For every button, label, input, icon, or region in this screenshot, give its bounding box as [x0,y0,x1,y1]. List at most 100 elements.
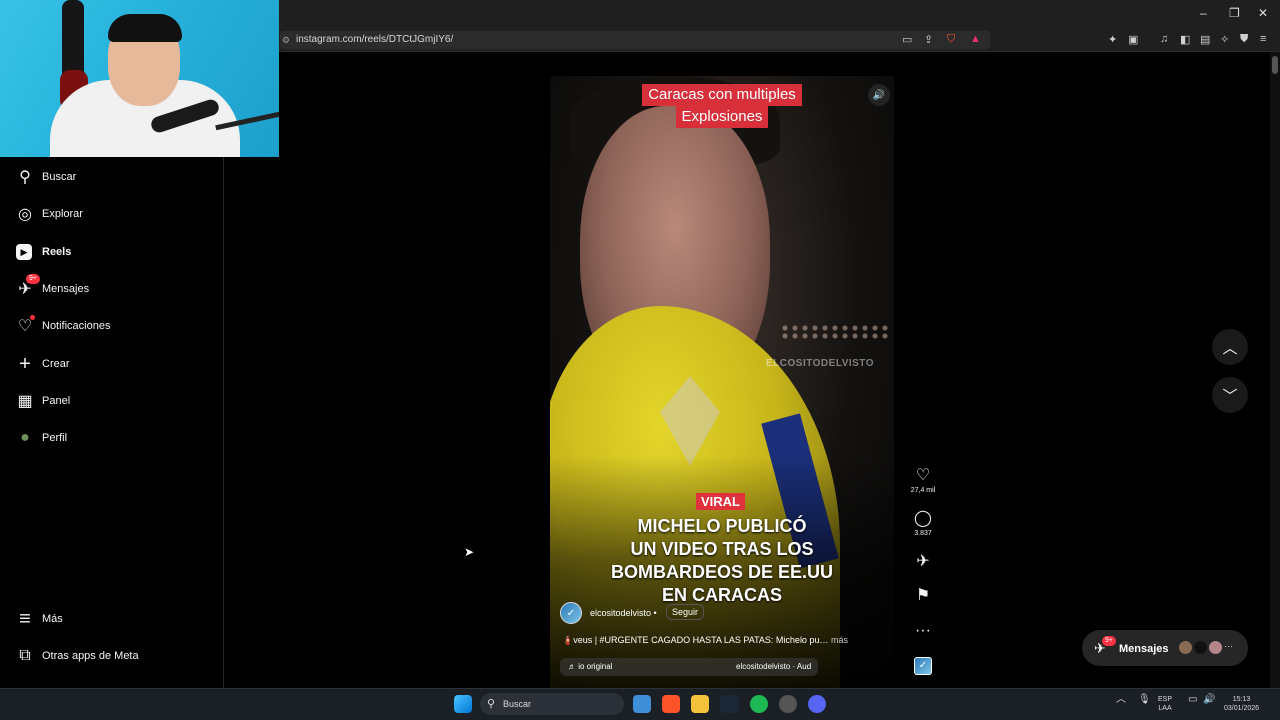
audio-thumbnail[interactable]: ✓ [914,657,932,675]
sidebar-item-label: Otras apps de Meta [42,650,139,662]
menu-icon[interactable]: ≡ [1260,33,1266,45]
minimize-button[interactable]: – [1200,6,1207,20]
sidebar-item-crear[interactable]: + Crear [0,347,224,381]
network-icon[interactable]: ▭ [1188,695,1197,705]
sidebar-toggle-icon[interactable]: ◧ [1180,33,1190,46]
reels-icon: ▶ [16,244,32,260]
more-icon[interactable]: ··· [906,622,940,640]
save-action[interactable]: ⚑ [906,587,940,605]
headline-line: MICHELO PUBLICÓ [637,516,807,536]
sidebar-item-perfil[interactable]: ● Perfil [0,421,224,455]
more-icon[interactable]: ··· [1224,641,1233,651]
close-button[interactable]: ✕ [1258,6,1268,20]
steam-icon[interactable] [720,695,738,713]
bookmark-icon[interactable]: ⚑ [906,587,940,605]
follow-button[interactable]: Seguir [666,604,705,620]
chevron-up-icon: ︿ [1222,339,1238,357]
sidebar-item-buscar[interactable]: ⚲ Buscar [0,160,224,194]
contact-avatar[interactable] [1208,640,1223,655]
username-text[interactable]: elcositodelvisto [590,608,651,618]
language-line2: LAA [1158,705,1172,712]
page-scrollbar[interactable] [1270,52,1280,688]
restore-button[interactable]: ❐ [1229,6,1240,20]
sidebar-item-mensajes[interactable]: ✈ 9+ Mensajes [0,272,224,306]
messages-label[interactable]: Mensajes [1119,643,1169,655]
vpn-icon[interactable]: ⛊ [1240,33,1248,46]
clock[interactable]: 15:13 03/01/2026 [1224,695,1259,713]
share-icon[interactable]: ⇪ [924,33,933,46]
obs-icon[interactable] [779,695,797,713]
author-username[interactable]: elcositodelvisto • [590,608,657,618]
comment-icon[interactable]: ◯ [906,510,940,528]
clock-time: 15:13 [1232,696,1251,703]
notification-dot [30,315,35,320]
more-options-action[interactable]: ··· [906,622,940,640]
language-indicator[interactable]: ESP LAA [1158,695,1172,713]
sidebar-item-explorar[interactable]: ◎ Explorar [0,197,224,231]
plus-icon: + [19,352,31,375]
file-explorer-icon[interactable] [691,695,709,713]
next-reel-button[interactable]: ﹀ [1212,377,1248,413]
meta-apps-icon: ⧉ [19,647,31,664]
reader-icon[interactable]: ▣ [1128,33,1138,46]
task-view-icon[interactable] [633,695,651,713]
heart-icon[interactable]: ♡ [906,467,940,485]
taskbar-search-placeholder[interactable]: Buscar [503,699,531,709]
chart-icon: ▦ [17,393,33,410]
sidebar-item-label: Crear [42,358,70,370]
tray-overflow-icon[interactable]: ︿ [1116,695,1126,705]
windows-start-icon[interactable] [454,695,472,713]
webcam-overlay [0,0,279,157]
like-action[interactable]: ♡ 27,4 mil [906,467,940,494]
search-icon: ⚲ [487,698,496,710]
screen: – ❐ ✕ ⚙ instagram.com/reels/DTCtJGmjIY6/… [0,0,1280,720]
volume-icon[interactable]: 🔊 [1203,695,1215,705]
comment-count: 3.837 [914,530,932,537]
clock-date: 03/01/2026 [1224,705,1260,712]
sidebar-item-otras-apps[interactable]: ⧉ Otras apps de Meta [0,639,224,673]
video-watermark: ELCOSITODELVISTO [766,358,875,369]
contact-avatar[interactable] [1178,640,1193,655]
sidebar-item-label: Perfil [42,432,68,444]
brave-rewards-icon[interactable]: ▲ [970,33,981,45]
reel-caption[interactable]: 🧯veus | #URGENTE CAGADO HASTA LAS PATAS:… [562,635,848,646]
audio-label[interactable]: ♬ io original [568,662,612,671]
contact-avatar[interactable] [1193,640,1208,655]
compass-icon: ◎ [18,206,32,223]
chevron-down-icon: ﹀ [1222,387,1238,405]
address-bar-text[interactable]: instagram.com/reels/DTCtJGmjIY6/ [296,34,453,45]
sidebar-item-reels[interactable]: ▶ Reels [0,235,224,269]
brave-browser-icon[interactable] [662,695,680,713]
site-info-icon[interactable]: ⚙ [282,35,290,46]
caption-more-link[interactable]: más [831,635,848,645]
extensions-icon[interactable]: ✦ [1108,33,1117,46]
reel-video[interactable]: Caracas con multiples Explosiones 🔊 ELCO… [550,76,894,688]
taskbar-search[interactable] [480,693,624,715]
brave-shield-icon[interactable]: ⛉ [947,33,955,46]
send-icon[interactable]: ✈ [906,553,940,571]
sidebar-item-label: Reels [42,246,72,258]
reel-overlay-title: Caracas con multiples Explosiones [550,84,894,128]
author-avatar[interactable]: ✓ [560,602,582,624]
discord-icon[interactable] [808,695,826,713]
audio-author[interactable]: elcositodelvisto · Aud [736,662,811,671]
headline-line: UN VIDEO TRAS LOS [630,539,814,559]
leo-ai-icon[interactable]: ✧ [1220,33,1229,46]
volume-button[interactable]: 🔊 [868,84,890,106]
sidebar-item-label: Más [42,613,63,625]
scrollbar-thumb[interactable] [1272,56,1278,74]
spotify-icon[interactable] [750,695,768,713]
comment-action[interactable]: ◯ 3.837 [906,510,940,537]
sidebar-item-panel[interactable]: ▦ Panel [0,384,224,418]
mouse-cursor-icon: ➤ [464,545,475,559]
wallet-icon[interactable]: ▤ [1200,33,1210,46]
previous-reel-button[interactable]: ︿ [1212,329,1248,365]
reel-headline: MICHELO PUBLICÓ UN VIDEO TRAS LOS BOMBAR… [550,515,894,607]
share-action[interactable]: ✈ [906,553,940,571]
sidebar-item-label: Buscar [42,171,77,183]
cast-icon[interactable]: ▭ [902,33,912,46]
mic-icon[interactable]: 🎙 [1138,695,1151,705]
sidebar-item-mas[interactable]: ≡ Más [0,602,224,636]
sidebar-item-notificaciones[interactable]: ♡ Notificaciones [0,309,224,343]
media-icon[interactable]: ♫ [1160,33,1168,45]
